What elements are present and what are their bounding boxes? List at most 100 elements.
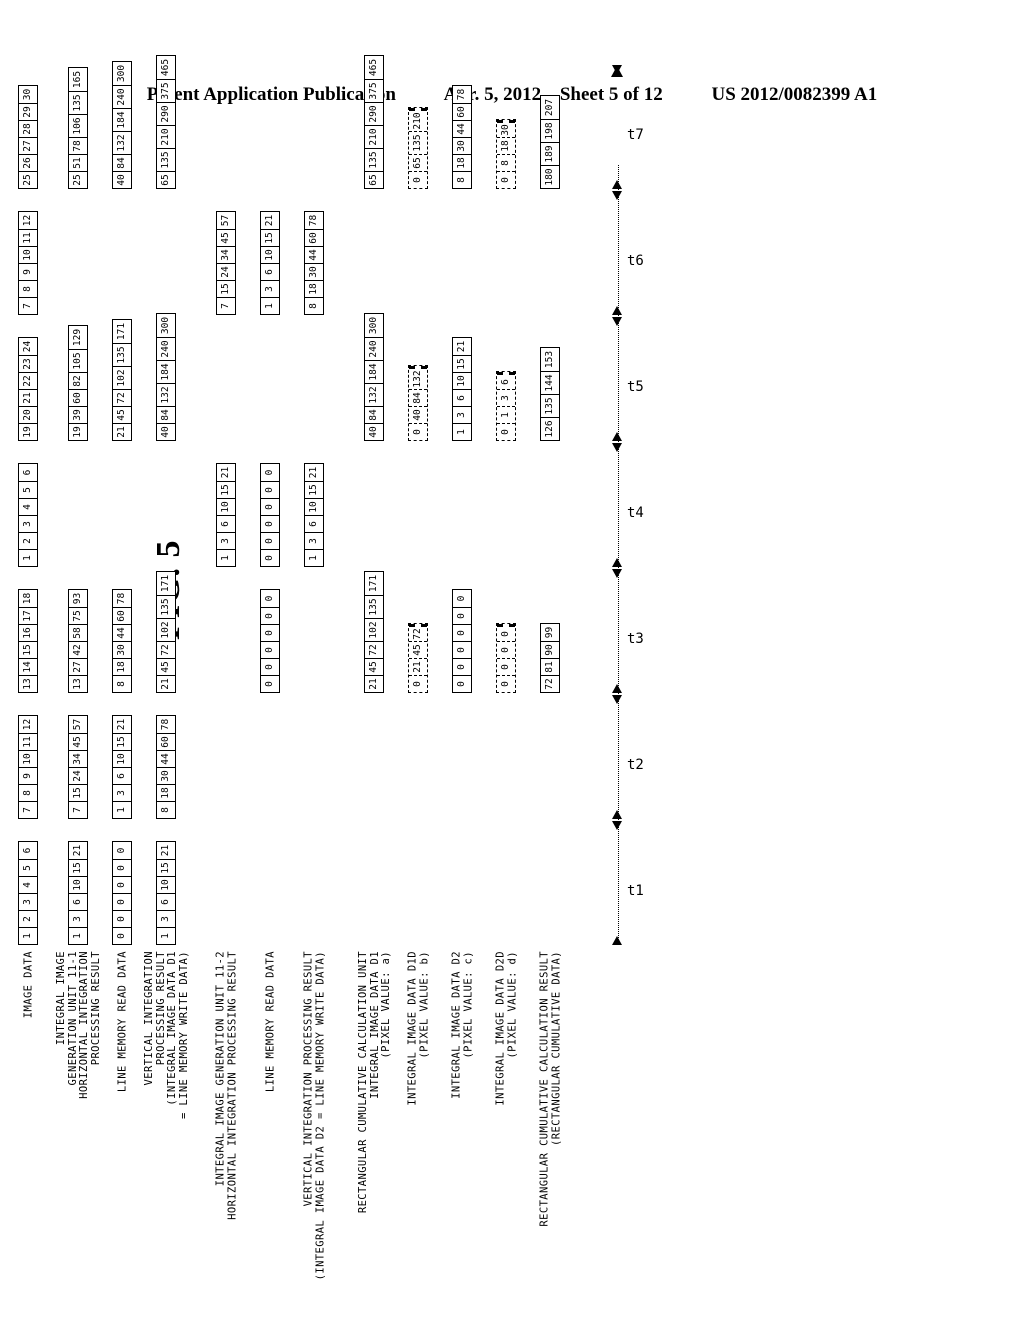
data-cell: 15	[453, 355, 471, 372]
data-group-vertical-integration-d1-t2: 8 18 30 44 60 78	[156, 715, 176, 819]
data-cell: 24	[22, 340, 33, 353]
data-cell: 4	[19, 876, 37, 893]
axis-tick-start-t6	[612, 306, 622, 315]
data-cell: 93	[72, 592, 83, 605]
data-cell: 0	[113, 859, 131, 876]
data-group-rect-cumulative-result-t5: 126 135 144 153	[540, 347, 560, 441]
axis-tick-end-t2	[612, 695, 622, 704]
data-cell: 72	[157, 641, 175, 658]
data-cell: 375	[157, 79, 175, 102]
chart-row-horizontal-integration-11-1: INTEGRAL IMAGE GENERATION UNIT 11-1 HORI…	[55, 67, 102, 1099]
chart-row-rect-cumulative-result: RECTANGULAR CUMULATIVE CALCULATION RESUL…	[539, 95, 562, 1227]
data-cell: 57	[72, 718, 83, 731]
data-cell: 9	[19, 263, 37, 280]
data-cell: 15	[69, 784, 87, 801]
data-cell: 165	[72, 70, 83, 89]
data-cell: 30	[453, 137, 471, 154]
data-group-rect-cumulative-d1d-t5: 0 40 84 132	[408, 365, 428, 441]
data-cell: 465	[368, 58, 379, 77]
data-group-rect-cumulative-d1d-t3: 0 21 45 72	[408, 623, 428, 693]
data-cell: 99	[544, 626, 555, 639]
data-cell: 40	[409, 406, 427, 423]
data-group-horizontal-integration-11-1-t1: 1 3 6 10 15 21	[68, 841, 88, 945]
data-cell: 0	[497, 658, 515, 675]
data-cell: 34	[69, 750, 87, 767]
data-cell: 10	[69, 876, 87, 893]
row-label-vertical-integration-d1: VERTICAL INTEGRATION PROCESSING RESULT (…	[143, 951, 190, 1120]
data-cell: 65	[365, 171, 383, 188]
data-cell: 14	[19, 658, 37, 675]
data-cell: 0	[113, 876, 131, 893]
data-group-rect-cumulative-d1-t7: 65 135 210 290 375 465	[364, 55, 384, 189]
data-cell: 21	[116, 718, 127, 731]
data-cell: 0	[453, 624, 471, 641]
data-cell: 84	[365, 406, 383, 423]
data-cell: 19	[19, 423, 37, 440]
data-cell: 6	[22, 469, 33, 476]
data-cell: 15	[19, 641, 37, 658]
data-cell: 27	[19, 137, 37, 154]
data-cell: 72	[365, 641, 383, 658]
data-cell: 17	[19, 607, 37, 624]
data-cell: 29	[19, 103, 37, 120]
data-cell: 78	[160, 718, 171, 731]
data-cell: 102	[365, 618, 383, 641]
data-cell: 0	[116, 847, 127, 854]
data-group-horizontal-integration-11-1-t5: 19 39 60 82 105 129	[68, 325, 88, 441]
axis-label-t7: t7	[627, 127, 644, 143]
data-cell: 2	[19, 910, 37, 927]
data-cell: 4	[19, 498, 37, 515]
data-cell: 20	[19, 406, 37, 423]
data-cell: 21	[72, 844, 83, 857]
chart-row-rect-cumulative-d2: INTEGRAL IMAGE DATA D2 (PIXEL VALUE: c) 0…	[451, 85, 474, 1099]
data-cell: 15	[113, 733, 131, 750]
data-cell: 3	[497, 389, 515, 406]
data-group-horizontal-integration-11-1-t3: 13 27 42 58 75 93	[68, 589, 88, 693]
data-cell: 0	[261, 515, 279, 532]
data-group-image-data-t6: 7 8 9 10 11 12	[18, 211, 38, 315]
data-cell: 45	[409, 641, 427, 658]
data-cell: 153	[544, 350, 555, 369]
row-label-rect-cumulative-d2: INTEGRAL IMAGE DATA D2 (PIXEL VALUE: c)	[450, 951, 475, 1099]
data-cell: 78	[308, 214, 319, 227]
data-cell: 12	[22, 214, 33, 227]
data-cell: 16	[19, 624, 37, 641]
data-cell: 84	[157, 406, 175, 423]
data-cell: 10	[19, 750, 37, 767]
data-cell: 44	[305, 246, 323, 263]
page-header: Patent Application Publication Apr. 5, 2…	[0, 84, 1024, 106]
data-cell: 135	[157, 595, 175, 618]
data-cell: 132	[157, 383, 175, 406]
data-cell: 11	[19, 229, 37, 246]
data-cell: 21	[19, 389, 37, 406]
data-cell: 0	[261, 641, 279, 658]
data-cell: 3	[19, 515, 37, 532]
data-cell: 300	[368, 316, 379, 335]
data-cell: 60	[157, 733, 175, 750]
data-group-rect-cumulative-d2-t5: 1 3 6 10 15 21	[452, 337, 472, 441]
data-cell: 198	[541, 119, 559, 142]
data-group-image-data-t1: 12345 6	[18, 841, 38, 945]
data-cell: 21	[220, 466, 231, 479]
data-cell: 45	[365, 658, 383, 675]
data-cell: 1	[497, 406, 515, 423]
data-group-rect-cumulative-result-t3: 72 81 90 99	[540, 623, 560, 693]
data-cell: 40	[157, 423, 175, 440]
data-cell: 23	[19, 355, 37, 372]
data-group-rect-cumulative-d2d-t5: 0136	[496, 371, 516, 441]
data-cell: 10	[157, 876, 175, 893]
data-cell: 72	[113, 389, 131, 406]
data-cell: 0	[453, 658, 471, 675]
data-cell: 240	[157, 337, 175, 360]
data-cell: 82	[69, 372, 87, 389]
data-cell: 1	[217, 549, 235, 566]
data-cell: 135	[365, 595, 383, 618]
row-label-rect-cumulative-d2d: INTEGRAL IMAGE DATA D2D (PIXEL VALUE: d)	[494, 951, 519, 1106]
data-cell: 18	[113, 658, 131, 675]
data-cell: 5	[19, 859, 37, 876]
data-group-image-data-t5: 19 20 21 22 23 24	[18, 337, 38, 441]
data-cell: 240	[113, 85, 131, 108]
data-cell: 2	[19, 532, 37, 549]
data-cell: 300	[116, 64, 127, 83]
data-group-line-memory-read-data-1-t5: 21 45 72 102 135 171	[112, 319, 132, 441]
